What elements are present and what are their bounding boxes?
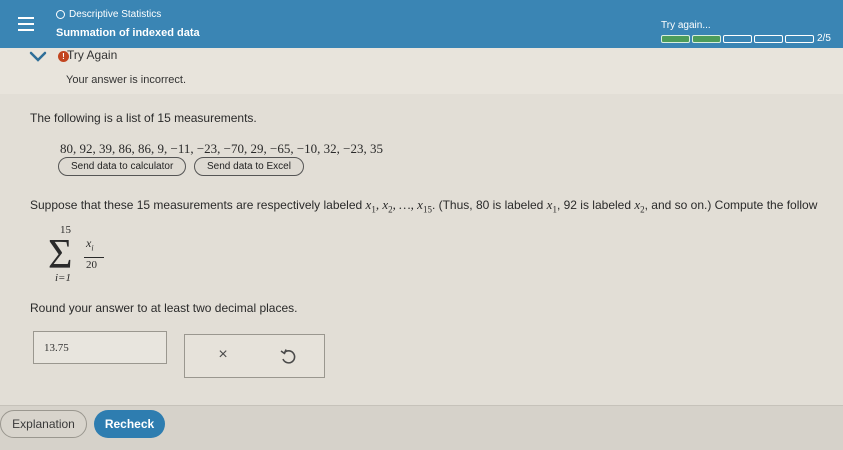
numerator-sub: i bbox=[91, 243, 94, 253]
question-part-2: . (Thus, 80 is labeled bbox=[431, 198, 547, 212]
math-x2: x2 bbox=[634, 197, 645, 215]
progress-segment bbox=[723, 35, 752, 43]
answer-field[interactable] bbox=[33, 331, 167, 364]
progress-segment bbox=[661, 35, 690, 43]
progress-segment bbox=[692, 35, 721, 43]
question-text: Suppose that these 15 measurements are r… bbox=[30, 197, 817, 215]
send-to-calculator-button[interactable]: Send data to calculator bbox=[58, 157, 187, 176]
status-label: Try again... bbox=[661, 20, 711, 31]
menu-icon[interactable] bbox=[12, 10, 40, 38]
problem-intro: The following is a list of 15 measuremen… bbox=[30, 111, 257, 125]
data-list: 80, 92, 39, 86, 86, 9, −11, −23, −70, 29… bbox=[60, 141, 384, 156]
page-title: Summation of indexed data bbox=[56, 27, 200, 39]
sum-lower-limit: i=1 bbox=[55, 272, 71, 284]
progress-segment bbox=[754, 35, 783, 43]
explanation-button[interactable]: Explanation bbox=[0, 410, 87, 438]
round-instruction: Round your answer to at least two decima… bbox=[30, 301, 298, 315]
topic-circle-icon bbox=[56, 10, 65, 19]
fraction-numerator: xi bbox=[86, 236, 94, 252]
undo-icon[interactable] bbox=[278, 346, 298, 366]
question-part-3: , 92 is labeled bbox=[556, 198, 635, 212]
fraction-denominator: 20 bbox=[86, 259, 97, 271]
chevron-down-icon[interactable] bbox=[28, 50, 48, 64]
fraction-bar bbox=[84, 257, 104, 258]
answer-tools-panel bbox=[184, 334, 325, 378]
recheck-button[interactable]: Recheck bbox=[94, 410, 165, 438]
feedback-banner bbox=[0, 48, 843, 94]
feedback-heading: Try Again bbox=[67, 48, 118, 62]
clear-icon[interactable]: × bbox=[213, 345, 233, 365]
question-part-1: Suppose that these 15 measurements are r… bbox=[30, 198, 366, 212]
topic-text: Descriptive Statistics bbox=[69, 9, 162, 20]
answer-input[interactable] bbox=[34, 332, 166, 363]
progress-bar bbox=[661, 35, 814, 43]
feedback-message: Your answer is incorrect. bbox=[66, 74, 187, 86]
progress-segment bbox=[785, 35, 814, 43]
math-x1: x1 bbox=[546, 197, 557, 215]
top-bar: Descriptive Statistics Summation of inde… bbox=[0, 0, 843, 48]
question-part-4: , and so on.) Compute the follow bbox=[644, 198, 818, 212]
progress-count: 2/5 bbox=[817, 33, 831, 44]
topic-label: Descriptive Statistics bbox=[56, 9, 161, 20]
send-to-excel-button[interactable]: Send data to Excel bbox=[194, 157, 304, 176]
math-labels: x1, x2, …, x15 bbox=[365, 197, 432, 215]
sigma-symbol: Σ bbox=[48, 232, 73, 278]
